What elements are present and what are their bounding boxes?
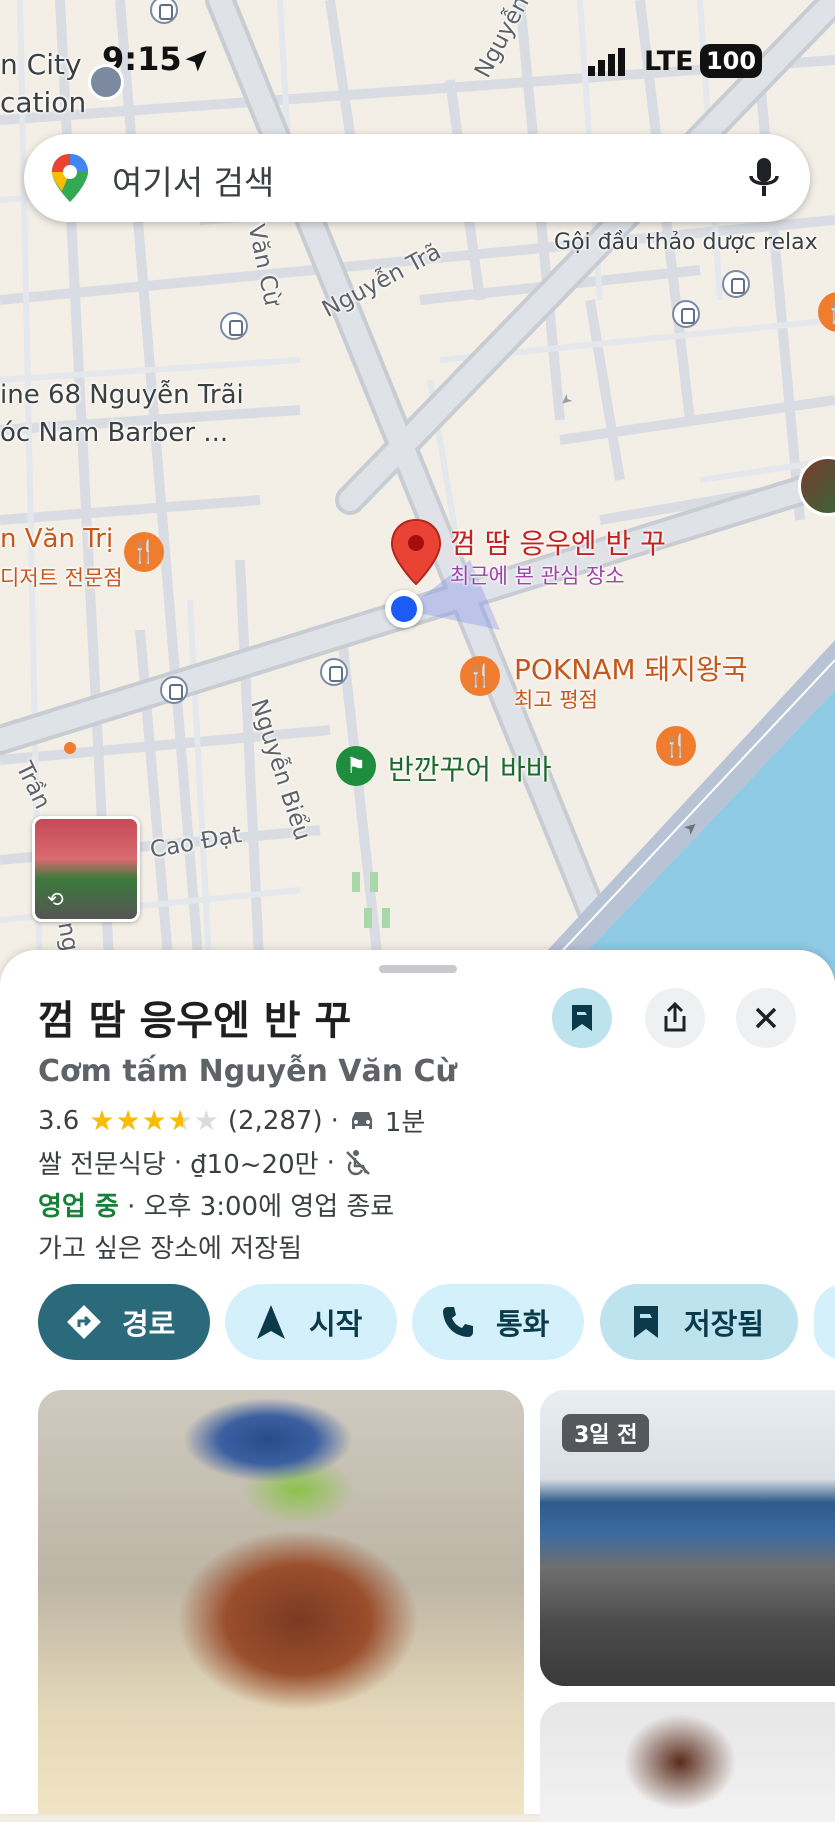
bus-stop-icon[interactable] [672,300,700,328]
photo-food-main[interactable] [38,1390,524,1814]
saved-button[interactable]: 저장됨 [600,1284,798,1360]
map-label-barber: óc Nam Barber ... [0,418,229,448]
map-label-van-tri: n Văn Trị [0,524,114,554]
save-button[interactable] [552,988,612,1048]
battery-icon: 100 [700,44,762,78]
location-arrow-icon [182,47,210,75]
poknam-name[interactable]: POKNAM 돼지왕국 [514,648,747,688]
network-label: LTE [644,46,694,77]
search-placeholder: 여기서 검색 [112,163,275,202]
saved-status: 가고 싶은 장소에 저장됨 [38,1234,302,1264]
more-chip[interactable] [814,1284,835,1360]
saved-label: 저장됨 [684,1307,765,1341]
microphone-icon[interactable] [746,156,782,200]
search-bar[interactable]: 여기서 검색 [24,134,810,222]
bus-stop-icon[interactable] [220,312,248,340]
category-row: 쌀 전문식당 · ₫10~20만 · [38,1144,373,1181]
flag-icon[interactable]: ⚑ [336,746,376,786]
photo-age-badge: 3일 전 [562,1414,650,1452]
current-location-dot [385,590,423,628]
photo-age-label: 3일 전 [574,1423,638,1448]
share-button[interactable] [645,988,705,1048]
category: 쌀 전문식당 [38,1150,166,1180]
map-label-shampoo: Gội đầu thảo dược relax [554,230,818,255]
poknam-sub: 최고 평점 [514,688,598,712]
review-count[interactable]: (2,287) [228,1106,323,1136]
hours-row[interactable]: 영업 중 · 오후 3:00에 영업 종료 [38,1186,394,1223]
rating-stars: ★★★★★ ★★★★★ [89,1104,220,1137]
google-maps-pin-icon [48,152,92,204]
map-view[interactable]: 9:15 LTE 100 여기서 검색 n City cation Nguyễn… [0,0,835,980]
selected-place-pin-icon[interactable] [390,518,442,586]
close-icon [755,1007,777,1029]
place-subtitle: Cơm tấm Nguyễn Văn Cừ [38,1054,457,1089]
drag-handle[interactable] [379,965,457,973]
banh-name[interactable]: 반깐꾸어 바바 [388,748,551,788]
directions-icon [62,1300,106,1344]
drive-time: 1분 [384,1108,426,1138]
open-status: 영업 중 [38,1192,119,1222]
street-view-thumbnail[interactable]: ⟲ [32,816,140,922]
poi-dot [64,742,76,754]
bus-stop-icon[interactable] [320,658,348,686]
map-label-place-68: ine 68 Nguyễn Trãi [0,380,244,410]
bus-stop-icon[interactable] [722,270,750,298]
battery-level: 100 [705,47,757,75]
phone-icon [436,1300,480,1344]
start-button[interactable]: 시작 [225,1284,397,1360]
selected-place-sub: 최근에 본 관심 장소 [450,564,625,588]
place-title: 껌 땀 응우엔 반 꾸 [38,998,352,1044]
share-icon [664,1002,686,1032]
selected-place-name[interactable]: 껌 땀 응우엔 반 꾸 [450,522,666,562]
map-label-dessert: 디저트 전문점 [0,566,123,590]
road-label-ng: ng [52,920,84,954]
call-label: 통화 [496,1307,550,1341]
map-label-education: cation [0,86,87,119]
photo-storefront[interactable]: 3일 전 [540,1390,835,1686]
rating-row: 3.6 ★★★★★ ★★★★★ (2,287) · 1분 [38,1104,426,1138]
directions-button[interactable]: 경로 [38,1284,210,1360]
start-label: 시작 [309,1307,363,1341]
bus-stop-icon[interactable] [160,676,188,704]
photo-food-secondary[interactable] [540,1702,835,1822]
rating-value: 3.6 [38,1105,80,1136]
restaurant-icon[interactable]: 🍴 [124,532,164,572]
navigation-arrow-icon [249,1300,293,1344]
close-button[interactable] [736,988,796,1048]
map-label-city: n City [0,48,82,81]
bookmark-icon [572,1005,592,1031]
closing-time: 오후 3:00에 영업 종료 [143,1192,395,1222]
signal-icon [588,48,628,76]
price-range: ₫10~20만 [190,1150,319,1180]
directions-label: 경로 [122,1307,176,1341]
car-icon [347,1109,377,1133]
bookmark-icon [624,1300,668,1344]
rotate-360-icon: ⟲ [47,887,64,911]
school-icon[interactable] [88,64,124,100]
call-button[interactable]: 통화 [412,1284,584,1360]
restaurant-icon[interactable]: 🍴 [656,726,696,766]
place-details-sheet[interactable]: 껌 땀 응우엔 반 꾸 Cơm tấm Nguyễn Văn Cừ 3.6 ★★… [0,950,835,1822]
restaurant-icon[interactable]: 🍴 [460,656,500,696]
no-wheelchair-icon [343,1148,373,1178]
